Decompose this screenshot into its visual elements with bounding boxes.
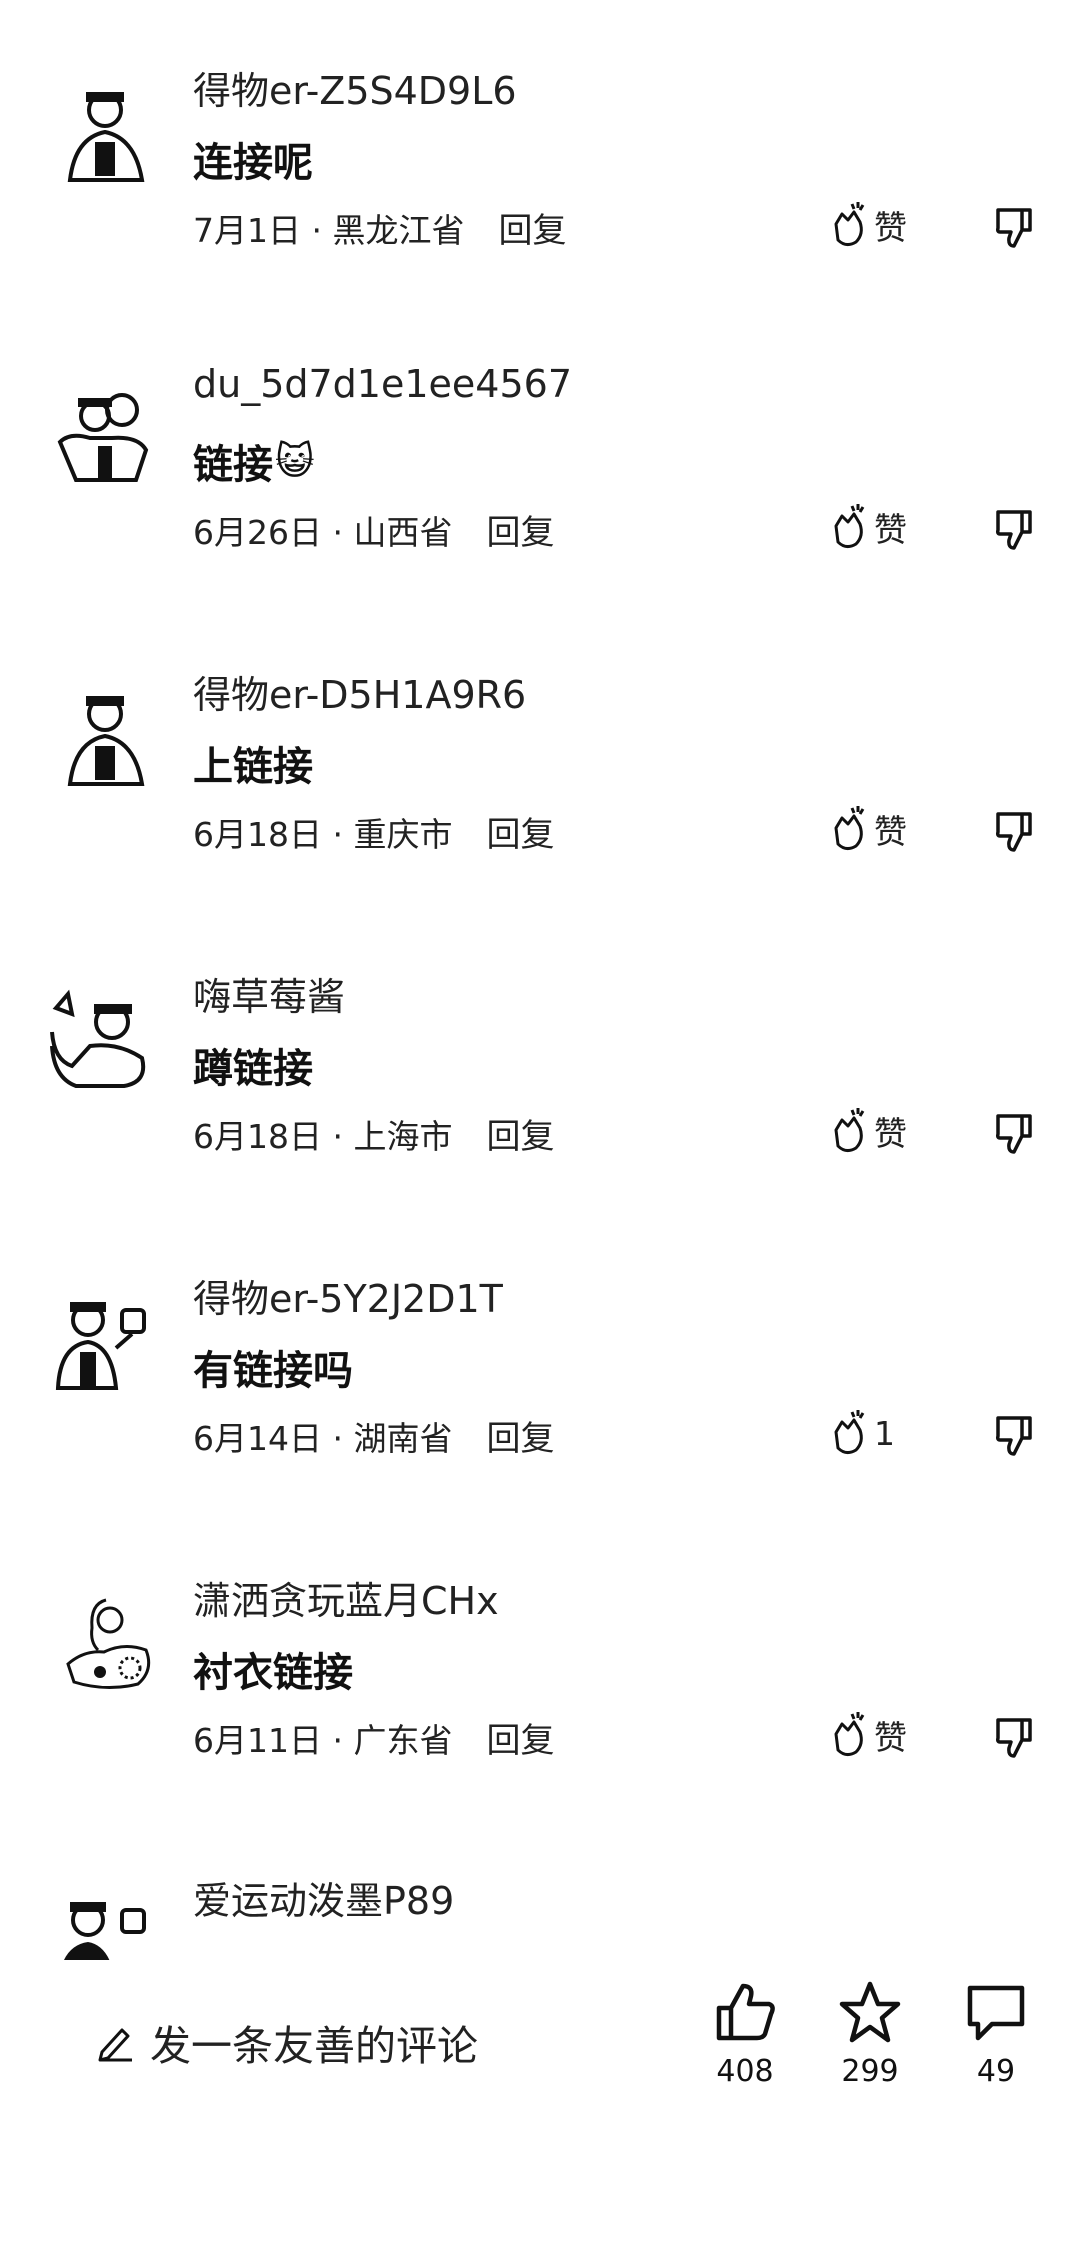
clap-icon [834,1712,865,1757]
comment-item: 得物er-5Y2J2D1T 有链接吗 6月14日 · 湖南省 回复 1 [0,1268,1080,1488]
bottom-action-bar: 发一条友善的评论 408 299 49 [0,1960,1080,2253]
thumbs-down-icon[interactable] [994,206,1034,250]
comment-date: 6月18日 [193,815,322,854]
comment-meta: 6月18日 · 重庆市 回复 [193,807,554,856]
meta-separator: · [322,1117,354,1156]
comment-date: 6月18日 [193,1117,322,1156]
username[interactable]: 得物er-Z5S4D9L6 [193,60,517,115]
thumbs-down-icon[interactable] [994,1716,1034,1760]
clap-icon [834,1410,865,1455]
comment-input[interactable]: 发一条友善的评论 [96,2012,478,2072]
like-count: 1 [874,1413,895,1453]
clap-icon [834,504,865,549]
thumbs-up-icon [716,1983,775,2041]
meta-separator: · [322,513,354,552]
username[interactable]: 嗨草莓酱 [193,966,345,1021]
comment-region: 湖南省 [353,1419,453,1458]
comment-item: 得物er-Z5S4D9L6 连接呢 7月1日 · 黑龙江省 回复 赞 [0,60,1080,280]
comment-date: 6月11日 [193,1721,322,1760]
comment-text-content: 链接 [193,442,273,488]
like-count: 赞 [874,1114,907,1153]
avatar[interactable] [50,1888,160,1960]
comment-date: 6月14日 [193,1419,322,1458]
comment-item: 爱运动泼墨P89 [0,1870,1080,1960]
favorite-count: 299 [841,2054,899,2089]
like-action[interactable]: 408 [690,1980,800,2089]
emoji: 😺 [275,439,315,483]
comment-text: 衬衣链接 [193,1650,353,1696]
comment-meta: 6月26日 · 山西省 回复 [193,505,554,554]
reply-button[interactable]: 回复 [498,211,566,251]
comment-region: 山西省 [353,513,453,552]
comment-meta: 7月1日 · 黑龙江省 回复 [193,203,566,252]
thumbs-down-icon[interactable] [994,508,1034,552]
like-button[interactable]: 赞 [828,1710,907,1760]
comment-text: 连接呢 [193,140,313,186]
comment-item: du_5d7d1e1ee4567 链接 😺 6月26日 · 山西省 回复 赞 [0,362,1080,582]
clap-icon [834,202,865,247]
meta-separator: · [301,211,333,250]
comment-region: 广东省 [353,1721,453,1760]
like-button[interactable]: 1 [828,1408,895,1458]
thumbs-down-icon[interactable] [994,1414,1034,1458]
avatar[interactable] [50,382,160,492]
comment-meta: 6月14日 · 湖南省 回复 [193,1411,554,1460]
avatar[interactable] [60,1590,170,1700]
reply-button[interactable]: 回复 [486,513,554,553]
comment-bubble-icon [967,1985,1025,2041]
comment-text: 有链接吗 [193,1348,353,1394]
comment-text: 链接 😺 [193,432,315,490]
meta-separator: · [322,1721,354,1760]
avatar[interactable] [50,684,160,794]
comment-action[interactable]: 49 [941,1980,1051,2089]
comment-date: 7月1日 [193,211,301,250]
username[interactable]: 得物er-D5H1A9R6 [193,664,526,719]
clap-icon [834,1108,865,1153]
reply-button[interactable]: 回复 [486,1721,554,1761]
reply-button[interactable]: 回复 [486,815,554,855]
like-count: 赞 [874,510,907,549]
comment-text: 蹲链接 [193,1046,313,1092]
reply-button[interactable]: 回复 [486,1419,554,1459]
comment-region: 上海市 [353,1117,453,1156]
comment-placeholder: 发一条友善的评论 [150,2022,478,2070]
comment-date: 6月26日 [193,513,322,552]
comment-meta: 6月11日 · 广东省 回复 [193,1713,554,1762]
comment-text: 上链接 [193,744,313,790]
username[interactable]: 潇洒贪玩蓝月CHx [193,1570,499,1625]
like-count: 赞 [874,1718,907,1757]
comment-item: 嗨草莓酱 蹲链接 6月18日 · 上海市 回复 赞 [0,966,1080,1186]
favorite-action[interactable]: 299 [815,1980,925,2089]
comment-count: 49 [976,2054,1016,2089]
avatar[interactable] [50,1288,160,1398]
meta-separator: · [322,815,354,854]
like-button[interactable]: 赞 [828,1106,907,1156]
comment-region: 重庆市 [353,815,453,854]
like-button[interactable]: 赞 [828,804,907,854]
comment-item: 潇洒贪玩蓝月CHx 衬衣链接 6月11日 · 广东省 回复 赞 [0,1570,1080,1790]
reply-button[interactable]: 回复 [486,1117,554,1157]
like-count: 赞 [874,208,907,247]
like-button[interactable]: 赞 [828,502,907,552]
thumbs-down-icon[interactable] [994,1112,1034,1156]
like-button[interactable]: 赞 [828,200,907,250]
comment-item: 得物er-D5H1A9R6 上链接 6月18日 · 重庆市 回复 赞 [0,664,1080,884]
username[interactable]: du_5d7d1e1ee4567 [193,362,572,406]
like-count: 赞 [874,812,907,851]
pencil-icon [98,2028,132,2062]
like-count: 408 [716,2054,774,2089]
username[interactable]: 得物er-5Y2J2D1T [193,1268,503,1323]
thumbs-down-icon[interactable] [994,810,1034,854]
meta-separator: · [322,1419,354,1458]
clap-icon [834,806,865,851]
comment-meta: 6月18日 · 上海市 回复 [193,1109,554,1158]
username[interactable]: 爱运动泼墨P89 [193,1870,454,1925]
avatar[interactable] [50,80,160,190]
avatar[interactable] [46,986,156,1096]
star-icon [839,1981,901,2043]
comment-region: 黑龙江省 [332,211,465,250]
